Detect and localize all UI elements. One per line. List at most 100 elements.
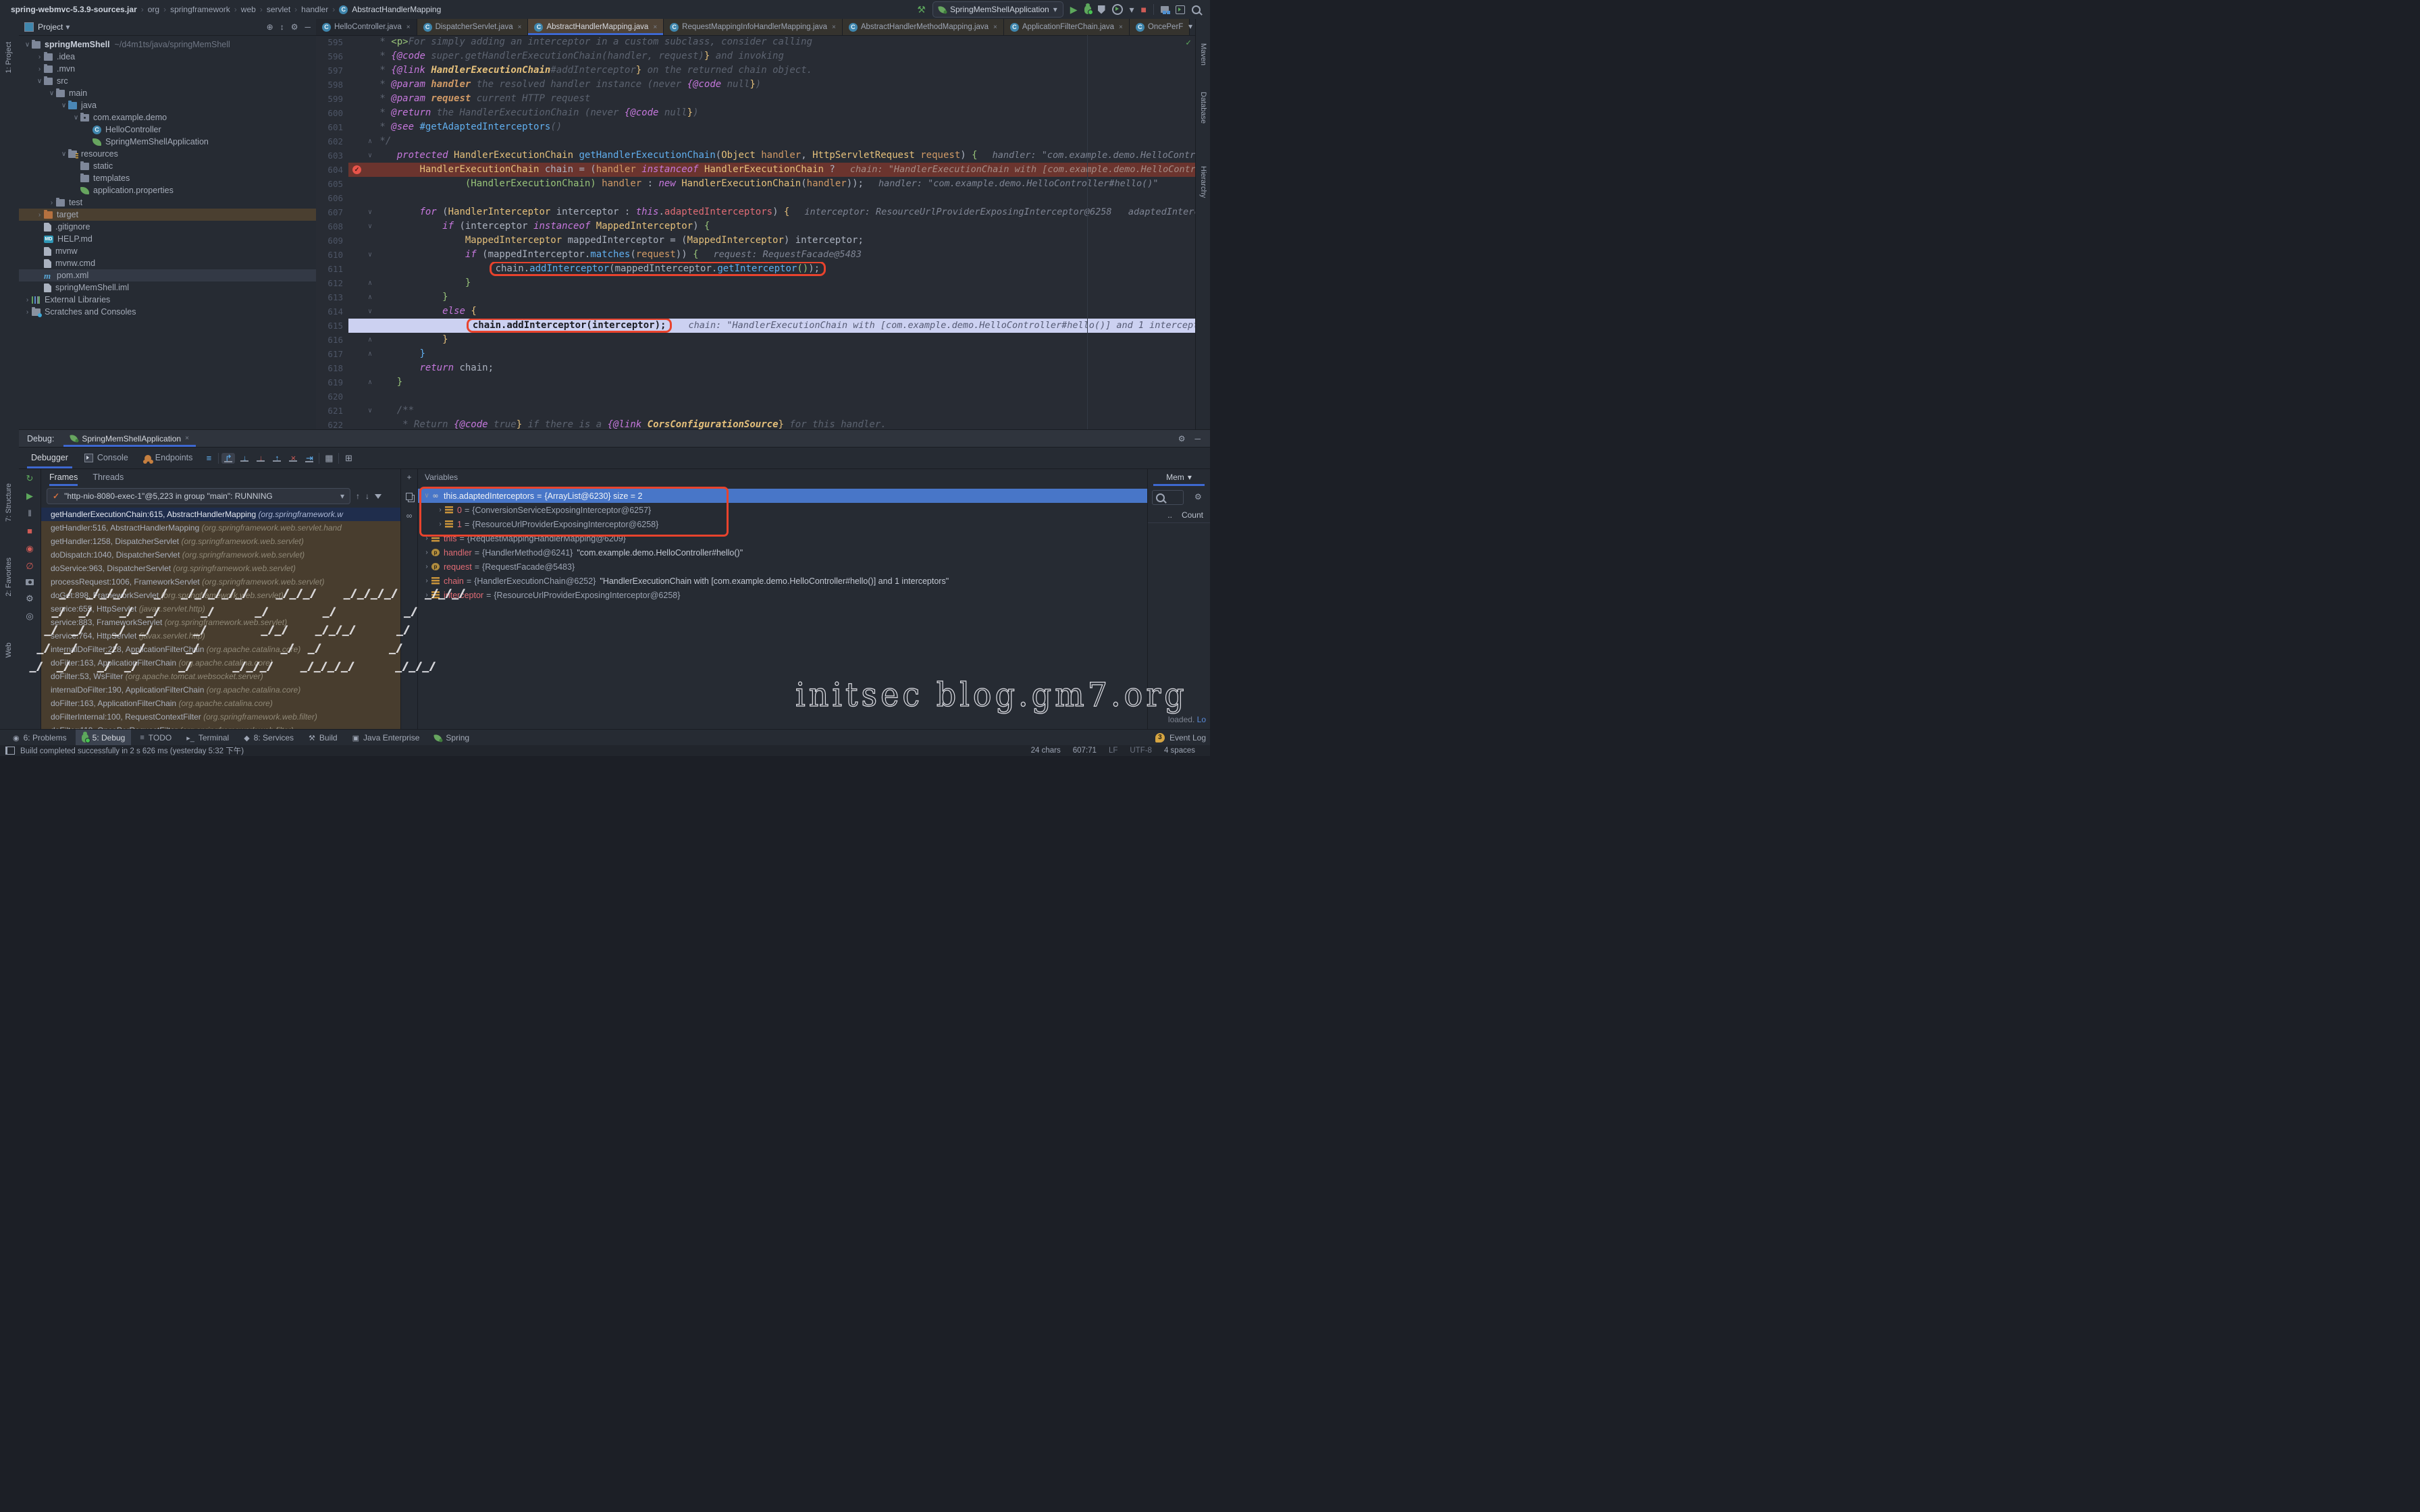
coverage-button[interactable] [1098,5,1105,14]
tool-strip-hierarchy[interactable]: Hierarchy [1199,166,1207,198]
stack-frame[interactable]: doGet:898, FrameworkServlet (org.springf… [41,589,400,602]
watches-icon[interactable]: ∞ [406,511,413,520]
breadcrumb-item[interactable]: web [241,5,256,14]
camera-icon[interactable] [26,579,34,585]
tree-item[interactable]: springMemShell.iml [19,281,316,294]
tree-item[interactable]: ∨com.example.demo [19,111,316,124]
tree-chevron-icon[interactable]: › [422,577,431,585]
breadcrumb[interactable]: spring-webmvc-5.3.9-sources.jar›org›spri… [0,5,442,14]
tree-chevron-icon[interactable]: › [35,211,44,219]
fold-marker-icon[interactable]: ∧ [368,333,372,347]
variable-row[interactable]: ›this={RequestMappingHandlerMapping@6209… [418,531,1147,545]
code-line[interactable]: 613∧ } [316,290,1195,304]
code-line[interactable]: 603∨ protected HandlerExecutionChain get… [316,148,1195,163]
hide-panel-icon[interactable]: ─ [305,22,311,32]
tree-chevron-icon[interactable]: › [422,549,431,556]
tree-chevron-icon[interactable]: ∨ [59,102,68,109]
tree-item[interactable]: .gitignore [19,221,316,233]
editor-tab[interactable]: COncePerF [1130,19,1190,35]
collapse-all-icon[interactable]: ↕ [280,22,284,32]
debug-tab-console[interactable]: Console [78,448,135,468]
tool-window-toggle-icon[interactable] [5,747,15,755]
variable-row[interactable]: ›prequest={RequestFacade@5483} [418,560,1147,574]
code-editor[interactable]: 595 * <p>For simply adding an intercepto… [316,35,1195,429]
toolwindow-build[interactable]: ⚒Build [302,730,344,746]
pin-icon[interactable]: ◎ [26,612,33,620]
toolwindow-spring[interactable]: Spring [428,730,475,746]
variable-row[interactable]: ∨∞this.adaptedInterceptors={ArrayList@62… [418,489,1147,503]
tool-strip-maven[interactable]: Maven [1199,43,1207,65]
variable-row[interactable]: ›1={ResourceUrlProviderExposingIntercept… [418,517,1147,531]
project-structure-icon[interactable] [1161,6,1169,13]
breadcrumb-item[interactable]: servlet [267,5,290,14]
stack-frame[interactable]: service:655, HttpServlet (javax.servlet.… [41,602,400,616]
run-config-selector[interactable]: SpringMemShellApplication ▾ [932,1,1063,18]
variable-row[interactable]: ›0={ConversionServiceExposingInterceptor… [418,503,1147,517]
search-everywhere-icon[interactable] [1192,5,1201,14]
toolwindow-problems[interactable]: ◉6: Problems [7,730,73,746]
tree-chevron-icon[interactable]: › [47,199,56,207]
editor-tab[interactable]: CAbstractHandlerMethodMapping.java× [843,19,1004,35]
editor-tab[interactable]: CDispatcherServlet.java× [417,19,529,35]
code-line[interactable]: 621∨ /** [316,404,1195,418]
tree-chevron-icon[interactable]: › [422,591,431,599]
tree-chevron-icon[interactable]: › [35,65,44,73]
tree-chevron-icon[interactable]: › [436,506,445,514]
editor-tab[interactable]: CAbstractHandlerMapping.java× [528,19,664,35]
step-out-icon[interactable]: ↑ [270,453,284,463]
code-line[interactable]: 599 * @param request current HTTP reques… [316,92,1195,106]
editor-tab[interactable]: CHelloController.java× [316,19,417,35]
tree-chevron-icon[interactable]: ∨ [422,492,431,500]
mute-breakpoints-icon[interactable]: ∅ [26,562,33,570]
tree-chevron-icon[interactable]: ∨ [23,41,32,49]
breadcrumb-item[interactable]: AbstractHandlerMapping [352,5,441,14]
code-line[interactable]: 617∧ } [316,347,1195,361]
fold-marker-icon[interactable]: ∨ [368,404,372,418]
tree-item[interactable]: MDHELP.md [19,233,316,245]
layout-settings-icon[interactable]: ⊞ [342,453,355,464]
breakpoint-icon[interactable]: ✓ [352,165,361,174]
memory-load-link[interactable]: Lo [1197,715,1206,724]
memory-search-input[interactable] [1152,490,1184,505]
status-item[interactable]: 607:71 [1073,747,1097,755]
profiler-button[interactable] [1112,4,1123,15]
tree-chevron-icon[interactable]: › [23,296,32,304]
tree-item[interactable]: mpom.xml [19,269,316,281]
memory-count-column[interactable]: Count [1182,510,1203,520]
tree-chevron-icon[interactable]: ∨ [35,78,44,85]
tool-strip-database[interactable]: Database [1199,92,1207,124]
stack-frame[interactable]: internalDoFilter:228, ApplicationFilterC… [41,643,400,656]
stack-frame[interactable]: doDispatch:1040, DispatcherServlet (org.… [41,548,400,562]
fold-marker-icon[interactable]: ∧ [368,347,372,361]
tree-item[interactable]: ∨java [19,99,316,111]
debug-button[interactable] [1084,5,1091,14]
show-execution-point-icon[interactable]: ↱ [221,453,235,464]
tree-item[interactable]: ›test [19,196,316,209]
breadcrumb-item[interactable]: handler [301,5,328,14]
tree-chevron-icon[interactable]: › [422,535,431,542]
code-line[interactable]: 622 * Return {@code true} if there is a … [316,418,1195,429]
breadcrumb-item[interactable]: spring-webmvc-5.3.9-sources.jar [11,5,137,14]
variable-row[interactable]: ›interceptor={ResourceUrlProviderExposin… [418,588,1147,602]
close-icon[interactable]: × [1119,24,1123,31]
tree-item[interactable]: ›External Libraries [19,294,316,306]
step-over-icon[interactable]: ↓ [238,453,251,463]
copy-stack-icon[interactable] [406,493,413,500]
tree-item[interactable]: ›target [19,209,316,221]
stack-frame[interactable]: doService:963, DispatcherServlet (org.sp… [41,562,400,575]
stack-frame[interactable]: getHandlerExecutionChain:615, AbstractHa… [41,508,400,521]
close-icon[interactable]: × [518,24,522,31]
editor-tab[interactable]: CRequestMappingInfoHandlerMapping.java× [664,19,843,35]
stop-button[interactable]: ■ [1141,5,1147,14]
tab-frames[interactable]: Frames [49,468,78,486]
close-icon[interactable]: × [993,24,997,31]
tool-strip-favorites[interactable]: 2: Favorites [5,558,13,596]
tree-item[interactable]: static [19,160,316,172]
prev-frame-icon[interactable]: ↑ [356,491,360,501]
chevron-down-icon[interactable]: ▾ [65,22,70,32]
status-item[interactable]: 24 chars [1031,747,1061,755]
tree-chevron-icon[interactable]: › [35,53,44,61]
code-line[interactable]: 598 * @param handler the resolved handle… [316,78,1195,92]
code-line[interactable]: 616∧ } [316,333,1195,347]
tree-item[interactable]: SpringMemShellApplication [19,136,316,148]
